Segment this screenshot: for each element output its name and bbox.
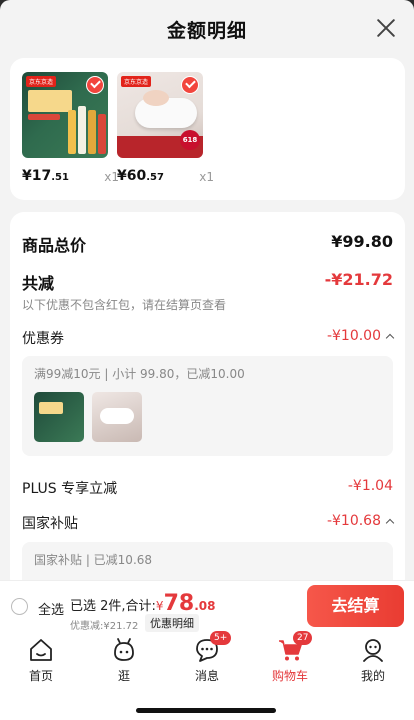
tab-profile-label: 我的 — [360, 669, 385, 683]
amount-details-card: 商品总价 ¥99.80 共减 -¥21.72 以下优惠不包含红包，请在结算页查看… — [10, 212, 405, 580]
plus-discount-value: -¥1.04 — [347, 478, 393, 494]
coupon-row[interactable]: 优惠券 -¥10.00 — [22, 328, 395, 348]
products-card: 京东京造 ¥17.51 x1 京东京造 618 ¥60.57 x1 — [10, 58, 405, 200]
summary-currency: ¥ — [155, 599, 164, 613]
tab-browse[interactable]: 逛 — [94, 632, 154, 684]
brand-tag: 京东京造 — [26, 76, 57, 87]
checkout-button[interactable]: 去结算 — [307, 585, 404, 627]
tab-messages[interactable]: 5+ 消息 — [177, 631, 237, 684]
product-price: ¥60 — [117, 168, 147, 184]
coupon-product-thumbnail — [92, 392, 142, 442]
sheet-title: 金额明细 — [166, 20, 247, 42]
product-image: 京东京造 — [22, 72, 108, 158]
home-indicator — [136, 708, 276, 713]
tab-cart-label: 购物车 — [271, 669, 308, 683]
reduce-note: 以下优惠不包含红包，请在结算页查看 — [22, 298, 227, 312]
message-icon: 5+ — [194, 631, 232, 663]
amount-detail-sheet: 金额明细 京东京造 ¥17.51 x1 京东京造 618 ¥60.57 x1 商… — [0, 0, 414, 580]
tab-profile[interactable]: 我的 — [343, 632, 403, 684]
summary-total: 78 — [163, 591, 195, 616]
product-image: 京东京造 618 — [117, 72, 203, 158]
discount-detail-link[interactable]: 优惠明细 — [145, 614, 199, 632]
product-item[interactable]: 京东京造 618 ¥60.57 x1 — [117, 72, 214, 184]
total-reduce-row: 共减 -¥21.72 — [22, 270, 393, 294]
select-all-radio[interactable] — [11, 598, 28, 615]
product-quantity: x1 — [199, 170, 214, 184]
coupon-product-thumbnail — [34, 392, 84, 442]
coupon-value-wrap: -¥10.00 — [326, 328, 395, 344]
chevron-up-icon — [385, 333, 395, 343]
coupon-value: -¥10.00 — [326, 328, 381, 344]
subsidy-value: -¥10.68 — [326, 513, 381, 529]
chevron-up-icon — [385, 518, 395, 528]
reduce-note-row: 以下优惠不包含红包，请在结算页查看 — [22, 294, 393, 313]
subsidy-row[interactable]: 国家补贴 -¥10.68 — [22, 513, 395, 533]
checkout-bar: 全选 已选 2件,合计:¥78.08 优惠减:¥21.72 优惠明细 去结算 — [0, 580, 414, 632]
tab-home[interactable]: 首页 — [11, 632, 71, 684]
tab-browse-label: 逛 — [117, 669, 130, 683]
home-icon — [28, 637, 54, 663]
tab-cart[interactable]: 27 购物车 — [260, 631, 320, 684]
plus-discount-row: PLUS 专享立减 -¥1.04 — [22, 478, 393, 498]
coupon-detail-box: 满99减10元 | 小计 99.80，已减10.00 — [22, 356, 393, 456]
message-badge: 5+ — [210, 631, 232, 645]
close-button[interactable] — [376, 18, 396, 38]
product-price-decimal: .57 — [146, 172, 164, 183]
coupon-detail: 满99减10元 | 小计 99.80，已减10.00 — [34, 367, 245, 381]
checkmark-icon — [181, 76, 199, 94]
cart-icon: 27 — [277, 631, 313, 663]
order-summary: 已选 2件,合计:¥78.08 — [70, 591, 215, 616]
bottom-tab-bar: 首页 逛 5+ 消息 27 购物车 我的 — [0, 631, 414, 720]
select-all-label[interactable]: 全选 — [38, 599, 64, 618]
tab-home-label: 首页 — [28, 669, 53, 683]
subsidy-value-wrap: -¥10.68 — [326, 513, 395, 529]
checkmark-icon — [86, 76, 104, 94]
tab-messages-label: 消息 — [194, 669, 219, 683]
total-reduce-label: 共减 — [22, 274, 55, 293]
profile-icon — [360, 637, 386, 663]
coupon-label: 优惠券 — [22, 331, 64, 347]
total-price-value: ¥99.80 — [331, 232, 393, 251]
summary-total-decimal: .08 — [194, 599, 216, 613]
subsidy-detail: 国家补贴 | 已减10.68 — [34, 553, 153, 567]
brand-tag: 京东京造 — [121, 76, 152, 87]
subsidy-detail-box: 国家补贴 | 已减10.68 — [22, 542, 393, 580]
product-item[interactable]: 京东京造 ¥17.51 x1 — [22, 72, 119, 184]
total-reduce-value: -¥21.72 — [324, 270, 393, 289]
sheet-header: 金额明细 — [0, 0, 414, 58]
browse-icon — [111, 637, 137, 663]
discount-text: 优惠减:¥21.72 — [70, 621, 139, 632]
product-price-row: ¥17.51 x1 — [22, 168, 119, 184]
cart-badge: 27 — [293, 631, 313, 645]
subsidy-label: 国家补贴 — [22, 516, 78, 532]
promo-badge: 618 — [180, 130, 200, 150]
product-price-row: ¥60.57 x1 — [117, 168, 214, 184]
total-price-row: 商品总价 ¥99.80 — [22, 232, 393, 256]
summary-prefix: 已选 2件,合计: — [70, 599, 156, 614]
plus-discount-label: PLUS 专享立减 — [22, 481, 118, 497]
total-price-label: 商品总价 — [22, 236, 87, 255]
product-price-decimal: .51 — [51, 172, 69, 183]
product-price: ¥17 — [22, 168, 52, 184]
